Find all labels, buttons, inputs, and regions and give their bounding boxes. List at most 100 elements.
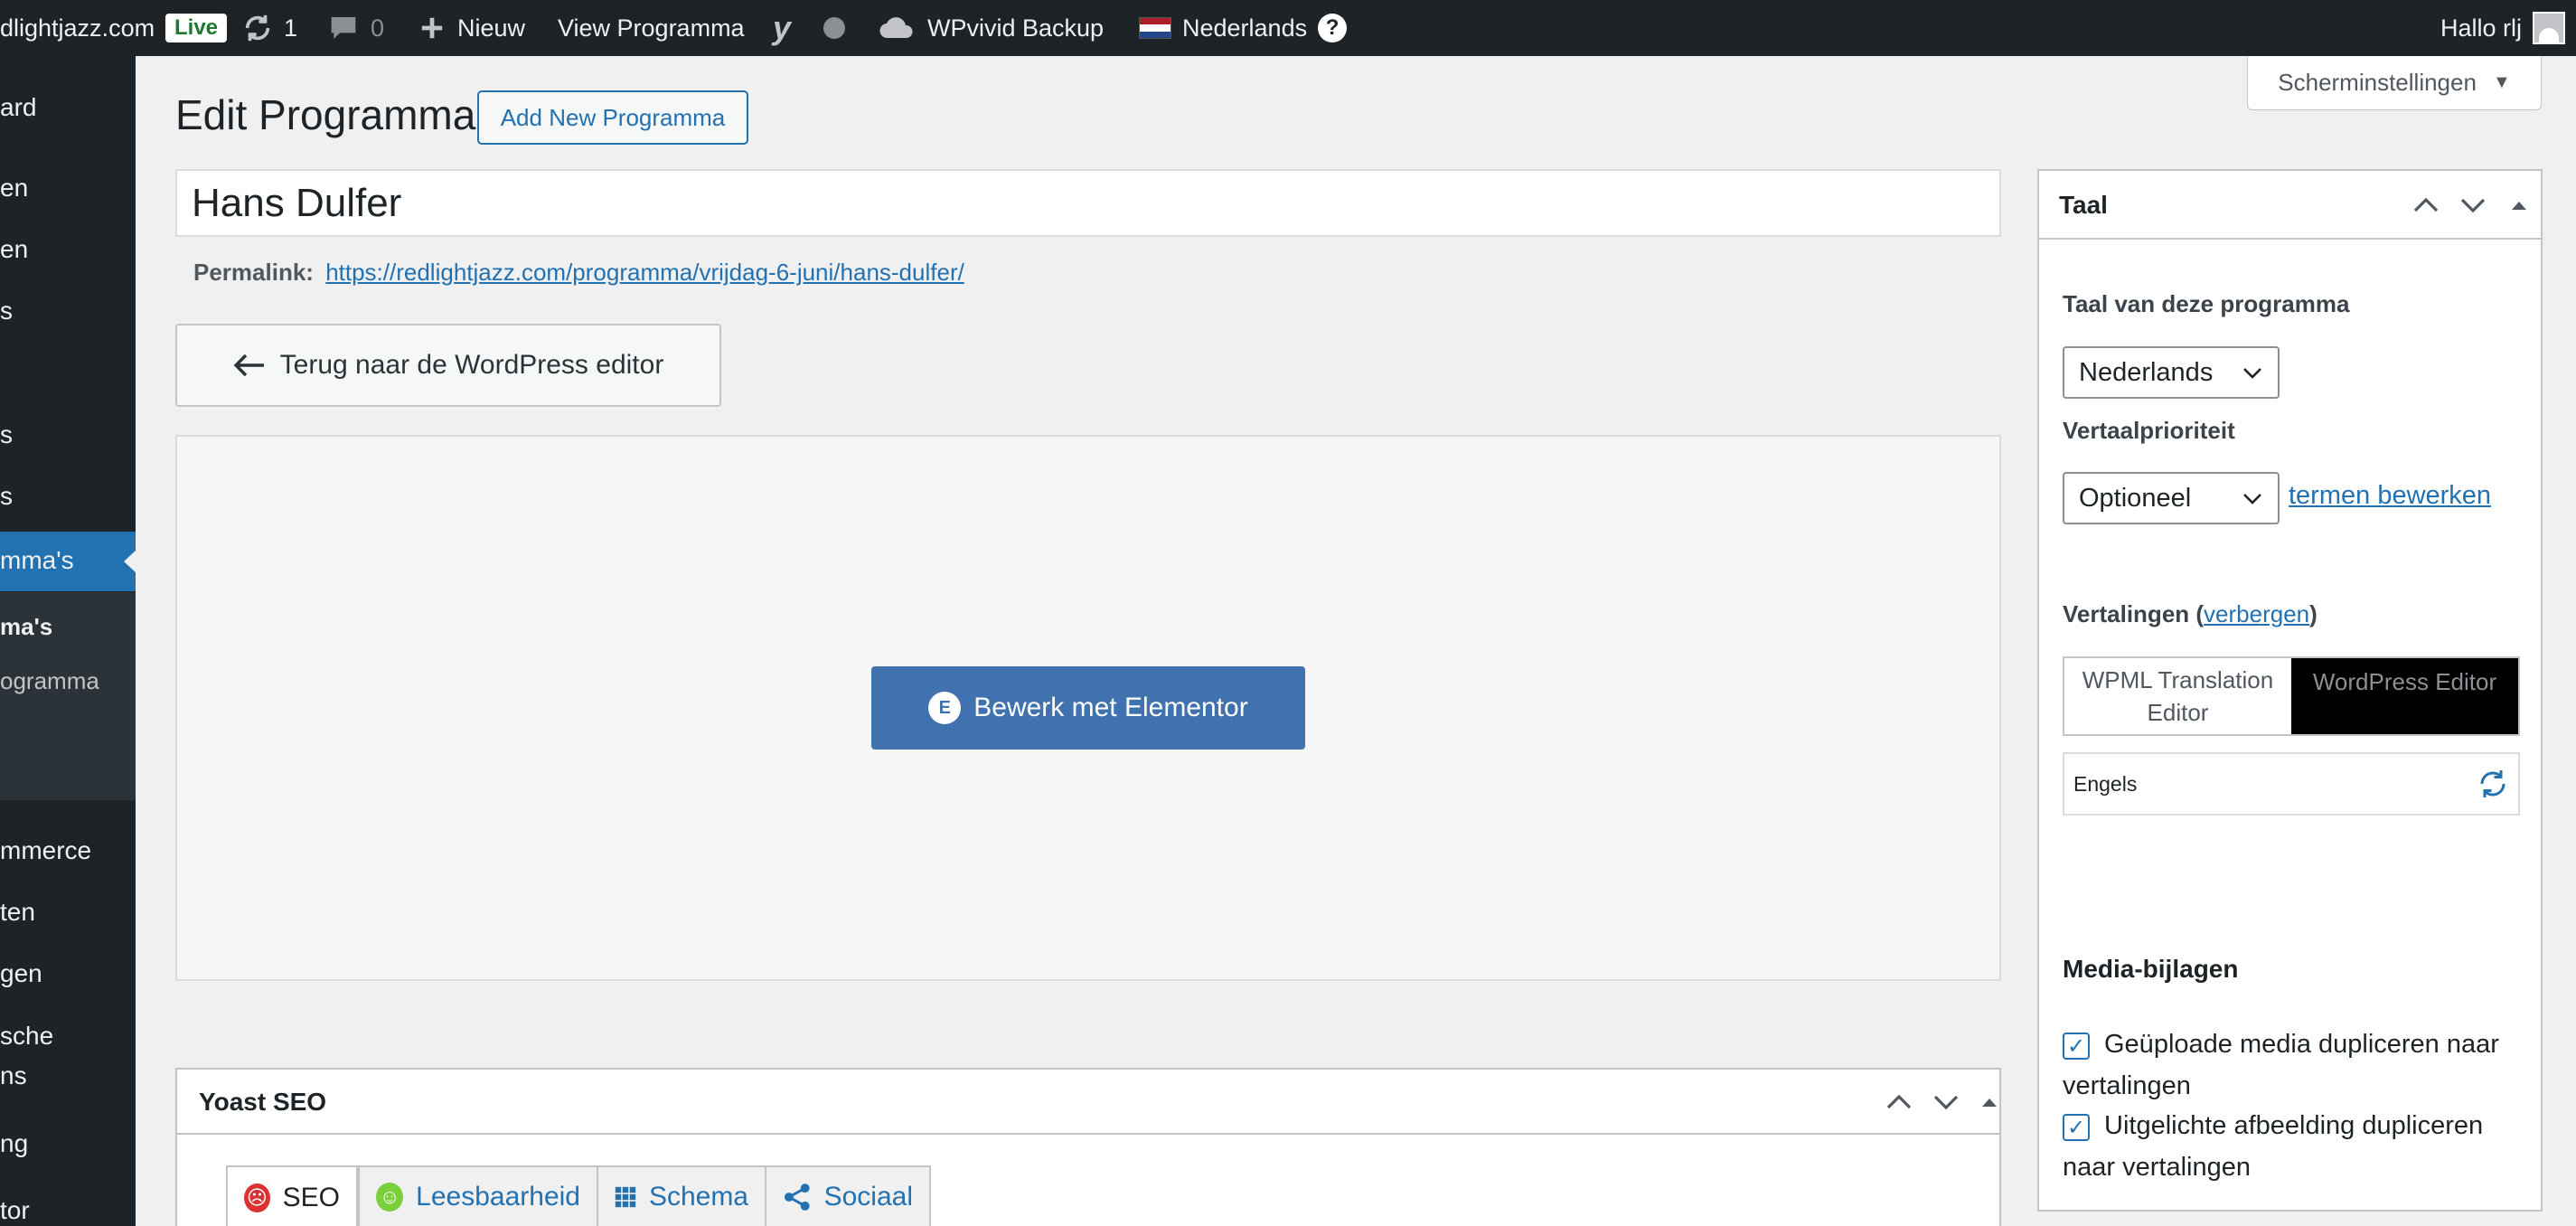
priority-select-value: Optioneel bbox=[2079, 483, 2192, 513]
language-metabox-header: Taal bbox=[2039, 171, 2541, 240]
tab-schema-label: Schema bbox=[648, 1182, 748, 1212]
sidebar-item[interactable]: sche bbox=[0, 1022, 53, 1051]
translation-language-label: Engels bbox=[2073, 771, 2138, 796]
updates-link[interactable]: 1 bbox=[242, 0, 297, 56]
language-metabox-title: Taal bbox=[2059, 191, 2108, 219]
add-new-programma-button[interactable]: Add New Programma bbox=[477, 90, 748, 145]
chevron-down-icon bbox=[2243, 368, 2261, 379]
sync-icon[interactable] bbox=[2477, 768, 2509, 800]
language-metabox: Taal Taal van deze programma Nederlands … bbox=[2037, 169, 2543, 1212]
sad-face-icon: ☹ bbox=[244, 1184, 270, 1212]
duplicate-featured-image-label: Uitgelichte afbeelding dupliceren naar v… bbox=[2063, 1111, 2484, 1182]
cloud-icon bbox=[879, 17, 913, 39]
admin-sidebar: ard en en s s s mma's ma's ogramma mmerc… bbox=[0, 56, 136, 1226]
language-label: Nederlands bbox=[1182, 14, 1308, 42]
site-name-link[interactable]: dlightjazz.com bbox=[0, 0, 155, 56]
comment-icon bbox=[331, 17, 356, 39]
language-select[interactable]: Nederlands bbox=[2063, 346, 2280, 399]
sidebar-item[interactable]: gen bbox=[0, 959, 42, 988]
wpvivid-backup-link[interactable]: WPvivid Backup bbox=[879, 0, 1104, 56]
yoast-icon: y bbox=[773, 9, 792, 46]
media-attachments-label: Media-bijlagen bbox=[2063, 955, 2239, 983]
tab-seo[interactable]: ☹ SEO bbox=[226, 1165, 358, 1226]
updates-count: 1 bbox=[284, 14, 298, 42]
wpml-translation-editor-option[interactable]: WPML Translation Editor bbox=[2064, 658, 2291, 734]
back-to-wordpress-editor-button[interactable]: Terug naar de WordPress editor bbox=[175, 324, 721, 407]
my-account-link[interactable]: Hallo rlj bbox=[2440, 0, 2566, 56]
caret-down-icon: ▼ bbox=[2492, 72, 2511, 92]
sidebar-item-programmas[interactable]: mma's bbox=[0, 546, 74, 575]
priority-select[interactable]: Optioneel bbox=[2063, 472, 2280, 524]
permalink: Permalink: https://redlightjazz.com/prog… bbox=[193, 259, 964, 287]
greeting: Hallo rlj bbox=[2440, 14, 2523, 42]
sidebar-item[interactable]: en bbox=[0, 174, 28, 203]
tab-schema[interactable]: Schema bbox=[597, 1165, 766, 1226]
duplicate-media-label: Geüploade media dupliceren naar vertalin… bbox=[2063, 1030, 2499, 1100]
view-programma-link[interactable]: View Programma bbox=[558, 0, 745, 56]
language-select-value: Nederlands bbox=[2079, 357, 2214, 387]
tab-sociaal-label: Sociaal bbox=[823, 1182, 913, 1212]
move-up-icon[interactable] bbox=[1881, 1089, 1917, 1115]
avatar bbox=[2533, 12, 2566, 44]
tab-sociaal[interactable]: Sociaal bbox=[765, 1165, 931, 1226]
edit-with-elementor-button[interactable]: E Bewerk met Elementor bbox=[871, 666, 1305, 750]
submenu-item-all-programmas[interactable]: ma's bbox=[0, 613, 52, 641]
tab-leesbaarheid-label: Leesbaarheid bbox=[416, 1182, 580, 1212]
sidebar-item[interactable]: tor bbox=[0, 1196, 30, 1225]
sidebar-item[interactable]: s bbox=[0, 482, 13, 511]
permalink-url-link[interactable]: https://redlightjazz.com/programma/vrijd… bbox=[325, 259, 964, 286]
arrow-left-icon bbox=[233, 354, 264, 377]
hide-translations-link[interactable]: verbergen bbox=[2204, 600, 2309, 627]
comments-count: 0 bbox=[371, 14, 385, 42]
page-title: Edit Programma bbox=[175, 91, 476, 138]
status-dot-icon bbox=[823, 17, 845, 39]
move-down-icon[interactable] bbox=[2457, 193, 2489, 218]
toggle-panel-icon[interactable] bbox=[1971, 1091, 2007, 1113]
sidebar-item-woocommerce[interactable]: mmerce bbox=[0, 836, 91, 865]
sidebar-item[interactable]: s bbox=[0, 297, 13, 325]
plus-icon bbox=[421, 17, 443, 39]
translations-label: Vertalingen (verbergen) bbox=[2063, 600, 2317, 628]
submenu-item-new-programma[interactable]: ogramma bbox=[0, 667, 99, 695]
wordpress-editor-option[interactable]: WordPress Editor bbox=[2291, 658, 2518, 734]
priority-label: Vertaalprioriteit bbox=[2063, 417, 2235, 444]
toggle-panel-icon[interactable] bbox=[2505, 194, 2533, 216]
backup-label: WPvivid Backup bbox=[927, 14, 1105, 42]
editor-choice: WPML Translation Editor WordPress Editor bbox=[2063, 656, 2520, 736]
help-icon[interactable]: ? bbox=[1318, 14, 1348, 42]
elementor-icon: E bbox=[928, 692, 962, 724]
permalink-label: Permalink: bbox=[193, 259, 314, 286]
language-label: Taal van deze programma bbox=[2063, 290, 2350, 317]
language-switcher[interactable]: Nederlands ? bbox=[1139, 0, 1348, 56]
new-label: Nieuw bbox=[457, 14, 526, 42]
yoast-title: Yoast SEO bbox=[199, 1088, 327, 1116]
post-title-input[interactable]: Hans Dulfer bbox=[175, 169, 2001, 237]
edit-terms-link[interactable]: termen bewerken bbox=[2289, 481, 2491, 511]
yoast-menu[interactable]: y bbox=[773, 0, 791, 56]
tab-leesbaarheid[interactable]: ☺ Leesbaarheid bbox=[358, 1165, 598, 1226]
refresh-icon bbox=[245, 14, 270, 42]
comments-link[interactable]: 0 bbox=[329, 0, 384, 56]
move-up-icon[interactable] bbox=[2410, 193, 2442, 218]
back-button-label: Terug naar de WordPress editor bbox=[279, 350, 664, 380]
seo-status-dot[interactable] bbox=[823, 0, 845, 56]
move-down-icon[interactable] bbox=[1928, 1089, 1964, 1115]
sidebar-item-dashboard[interactable]: ard bbox=[0, 93, 36, 122]
sidebar-item[interactable]: ng bbox=[0, 1129, 28, 1158]
new-content-link[interactable]: Nieuw bbox=[419, 0, 525, 56]
screen-options-button[interactable]: Scherminstellingen ▼ bbox=[2247, 56, 2542, 110]
site-name: dlightjazz.com bbox=[0, 14, 155, 42]
sidebar-item[interactable]: s bbox=[0, 420, 13, 449]
yoast-header: Yoast SEO bbox=[177, 1070, 1999, 1135]
smiley-icon: ☺ bbox=[376, 1183, 404, 1212]
sidebar-item[interactable]: en bbox=[0, 235, 28, 264]
screen-options-label: Scherminstellingen bbox=[2278, 69, 2477, 96]
share-icon bbox=[784, 1184, 810, 1211]
dutch-flag-icon bbox=[1139, 17, 1171, 39]
sidebar-item-cont: ns bbox=[0, 1061, 27, 1089]
live-badge: Live bbox=[165, 14, 228, 42]
translations-label-text: Vertalingen ( bbox=[2063, 600, 2205, 627]
sidebar-item[interactable]: ten bbox=[0, 898, 35, 927]
view-programma-label: View Programma bbox=[558, 14, 745, 42]
translations-label-close: ) bbox=[2309, 600, 2317, 627]
